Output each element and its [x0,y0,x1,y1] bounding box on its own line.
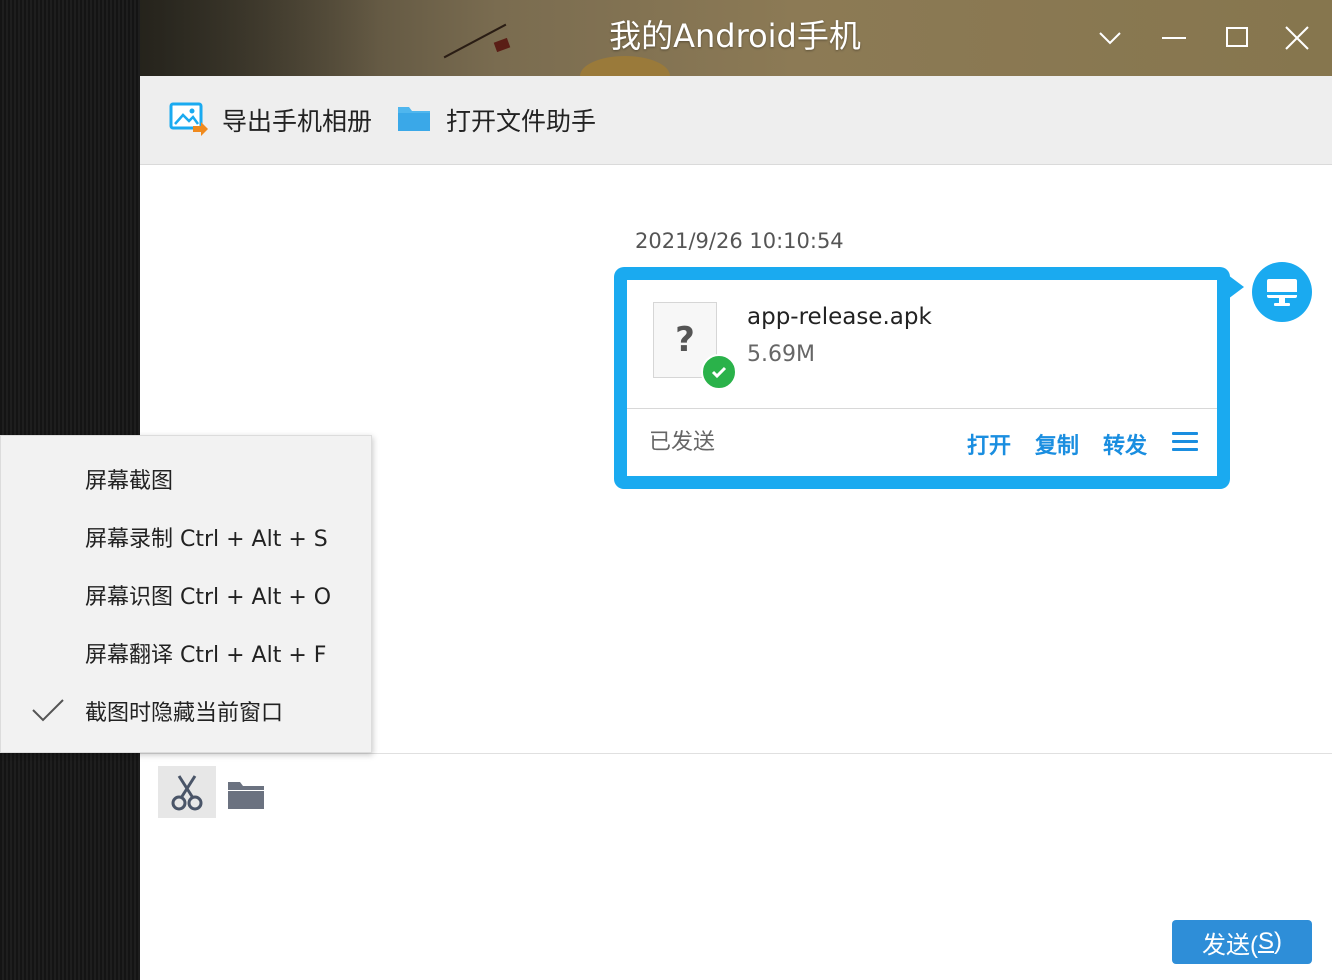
bubble-divider [627,408,1217,409]
menu-item-screen-translate[interactable]: 屏幕翻译 Ctrl + Alt + F [1,624,371,682]
open-file-helper-button[interactable]: 打开文件助手 [396,98,596,142]
close-icon[interactable] [1277,18,1317,58]
export-album-label: 导出手机相册 [222,107,373,136]
menu-item-label: 屏幕截图 [85,469,174,494]
open-file-link[interactable]: 打开 [967,428,1011,460]
check-circle-icon [701,354,737,390]
sent-status: 已发送 [649,430,716,455]
menu-item-label: 屏幕翻译 Ctrl + Alt + F [85,643,327,668]
folder-icon[interactable] [226,774,266,814]
hamburger-menu-icon[interactable] [1172,432,1198,452]
maximize-icon[interactable] [1217,18,1257,58]
window-title: 我的Android手机 [609,17,861,55]
message-input-area[interactable]: 发送(S) [140,754,1332,980]
menu-item-label: 屏幕识图 Ctrl + Alt + O [85,585,332,610]
bubble-tail [1228,275,1244,299]
menu-item-label: 截图时隐藏当前窗口 [85,701,284,726]
send-button[interactable]: 发送(S) [1172,920,1312,964]
question-mark-glyph: ? [675,320,695,360]
scissors-icon[interactable] [158,766,216,818]
minimize-icon[interactable] [1154,18,1194,58]
file-name: app-release.apk [747,304,932,330]
folder-icon [396,102,432,138]
title-bar[interactable]: 我的Android手机 [140,0,1332,76]
checkmark-icon [31,698,65,724]
image-export-icon [168,98,208,142]
menu-item-screenshot[interactable]: 屏幕截图 [1,450,371,508]
message-timestamp: 2021/9/26 10:10:54 [635,229,844,253]
send-label-end: ) [1274,928,1282,955]
file-size: 5.69M [747,342,815,367]
menu-item-hide-window[interactable]: 截图时隐藏当前窗口 [1,682,371,740]
forward-file-link[interactable]: 转发 [1103,428,1147,460]
menu-item-label: 屏幕录制 Ctrl + Alt + S [85,527,328,552]
screenshot-context-menu: 屏幕截图 屏幕录制 Ctrl + Alt + S 屏幕识图 Ctrl + Alt… [0,435,372,753]
menu-item-screen-record[interactable]: 屏幕录制 Ctrl + Alt + S [1,508,371,566]
open-file-helper-label: 打开文件助手 [446,107,597,136]
send-label: 发送( [1201,931,1258,959]
send-hotkey: S [1257,928,1274,955]
top-toolbar: 导出手机相册 打开文件助手 [140,76,1332,165]
menu-item-screen-recognize[interactable]: 屏幕识图 Ctrl + Alt + O [1,566,371,624]
background-hill [580,56,670,76]
file-message-bubble[interactable]: ? app-release.apk 5.69M 已发送 打开 复制 转发 [614,267,1230,489]
copy-file-link[interactable]: 复制 [1035,428,1079,460]
desktop-monitor-icon[interactable] [1252,262,1312,322]
chevron-down-icon[interactable] [1090,18,1130,58]
export-album-button[interactable]: 导出手机相册 [168,98,372,142]
